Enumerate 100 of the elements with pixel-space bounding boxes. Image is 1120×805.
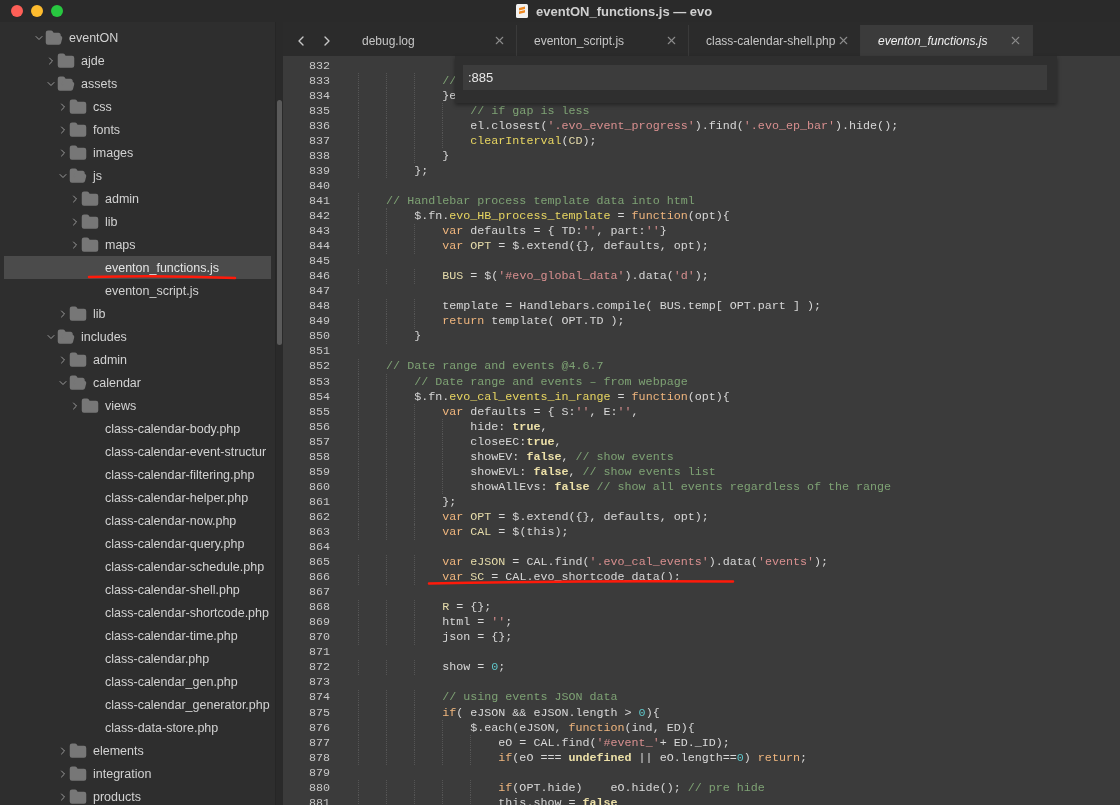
line-number: 844 bbox=[307, 239, 330, 254]
line-number: 852 bbox=[307, 359, 330, 374]
folder-item[interactable]: fonts bbox=[4, 118, 271, 141]
line-number: 843 bbox=[307, 224, 330, 239]
line-number: 855 bbox=[307, 404, 330, 419]
minimize-window-button[interactable] bbox=[31, 5, 43, 17]
folder-icon bbox=[81, 189, 101, 208]
close-icon[interactable] bbox=[665, 34, 678, 47]
file-item[interactable]: class-calendar-shell.php bbox=[4, 578, 271, 601]
folder-item[interactable]: lib bbox=[4, 302, 271, 325]
folder-item[interactable]: assets bbox=[4, 72, 271, 95]
code-line: // Date range and events @4.6.7 bbox=[385, 359, 604, 374]
file-item[interactable]: class-calendar-helper.php bbox=[4, 486, 271, 509]
line-number: 851 bbox=[307, 344, 330, 359]
folder-item[interactable]: integration bbox=[4, 762, 271, 785]
file-item[interactable]: class-calendar.php bbox=[4, 647, 271, 670]
line-number: 859 bbox=[307, 464, 330, 479]
code-line: R = {}; bbox=[441, 600, 492, 615]
open-folder-icon bbox=[57, 327, 77, 346]
code-line: $.fn.evo_HB_process_template = function(opt){ bbox=[413, 209, 730, 223]
scrollbar-thumb[interactable] bbox=[277, 100, 282, 345]
folder-item[interactable]: products bbox=[4, 785, 271, 805]
line-number: 872 bbox=[307, 660, 330, 675]
file-item[interactable]: class-calendar-schedule.php bbox=[4, 555, 271, 578]
code-line: if( eJSON && eJSON.length > 0){ bbox=[441, 705, 660, 720]
line-number: 836 bbox=[307, 118, 330, 133]
folder-item[interactable]: admin bbox=[4, 187, 271, 210]
line-number: 865 bbox=[307, 555, 330, 570]
file-item[interactable]: class-calendar-filtering.php bbox=[4, 463, 271, 486]
code-line: el.closest('.evo_event_progress').find('.evo_ep_bar').hide(); bbox=[469, 118, 899, 133]
window-title: eventON_functions.js — evo bbox=[536, 3, 713, 19]
folder-icon bbox=[81, 396, 101, 415]
file-item[interactable]: class-calendar_generator.php bbox=[4, 693, 271, 716]
zoom-window-button[interactable] bbox=[51, 5, 63, 17]
file-item[interactable]: class-calendar-body.php bbox=[4, 417, 271, 440]
code-line: } bbox=[441, 148, 450, 163]
open-folder-icon bbox=[69, 166, 89, 185]
line-number: 875 bbox=[307, 705, 330, 720]
line-number: 853 bbox=[307, 374, 330, 389]
file-item[interactable]: class-calendar_gen.php bbox=[4, 670, 271, 693]
line-number: 854 bbox=[307, 389, 330, 404]
line-number: 877 bbox=[307, 735, 330, 750]
close-icon[interactable] bbox=[837, 34, 850, 47]
folder-item[interactable]: elements bbox=[4, 739, 271, 762]
code-line: clearInterval(CD); bbox=[469, 133, 597, 148]
folder-icon bbox=[81, 212, 101, 231]
line-number: 868 bbox=[307, 600, 330, 615]
folder-item[interactable]: views bbox=[4, 394, 271, 417]
line-number: 849 bbox=[307, 314, 330, 329]
line-number: 840 bbox=[307, 178, 330, 193]
line-number: 833 bbox=[307, 73, 330, 88]
file-item[interactable]: eventon_functions.js bbox=[4, 256, 271, 279]
folder-item[interactable]: lib bbox=[4, 210, 271, 233]
file-item[interactable]: eventon_script.js bbox=[4, 279, 271, 302]
code-line: return template( OPT.TD ); bbox=[441, 314, 625, 329]
folder-item[interactable]: css bbox=[4, 95, 271, 118]
code-line: showEVL: false, // show events list bbox=[469, 464, 716, 479]
line-number: 862 bbox=[307, 509, 330, 524]
folder-item[interactable]: eventON bbox=[4, 26, 271, 49]
line-number: 880 bbox=[307, 780, 330, 795]
file-icon bbox=[516, 4, 528, 18]
folder-icon bbox=[57, 51, 77, 70]
folder-icon bbox=[69, 120, 89, 139]
line-number: 842 bbox=[307, 209, 330, 223]
line-number: 874 bbox=[307, 690, 330, 705]
goto-field[interactable]: :885 bbox=[463, 65, 1047, 90]
code-line: var OPT = $.extend({}, defaults, opt); bbox=[441, 239, 709, 254]
file-item[interactable]: class-calendar-now.php bbox=[4, 509, 271, 532]
file-item[interactable]: class-calendar-shortcode.php bbox=[4, 601, 271, 624]
line-number: 832 bbox=[307, 58, 330, 73]
code-line: var eJSON = CAL.find('.evo_cal_events').data('events'); bbox=[441, 555, 828, 570]
code-line: var defaults = { S:'', E:'', bbox=[441, 404, 639, 419]
close-icon[interactable] bbox=[493, 34, 506, 47]
close-icon[interactable] bbox=[1009, 34, 1022, 47]
folder-item[interactable]: images bbox=[4, 141, 271, 164]
folder-icon bbox=[81, 235, 101, 254]
folder-item[interactable]: maps bbox=[4, 233, 271, 256]
file-item[interactable]: class-calendar-query.php bbox=[4, 532, 271, 555]
line-number: 861 bbox=[307, 494, 330, 509]
file-item[interactable]: class-data-store.php bbox=[4, 716, 271, 739]
line-number: 864 bbox=[307, 540, 330, 554]
code-line: var OPT = $.extend({}, defaults, opt); bbox=[441, 509, 709, 524]
folder-icon bbox=[69, 97, 89, 116]
line-number: 858 bbox=[307, 449, 330, 464]
code-line: $.fn.evo_cal_events_in_range = function(opt){ bbox=[413, 389, 730, 404]
line-number: 845 bbox=[307, 254, 330, 269]
folder-item[interactable]: js bbox=[4, 164, 271, 187]
file-item[interactable]: class-calendar-event-structur bbox=[4, 440, 271, 463]
folder-item[interactable]: admin bbox=[4, 348, 271, 371]
file-tab[interactable]: eventon_functions.js bbox=[861, 25, 1033, 56]
line-number: 876 bbox=[307, 720, 330, 735]
code-line: var CAL = $(this); bbox=[441, 524, 569, 539]
close-window-button[interactable] bbox=[11, 5, 23, 17]
folder-item[interactable]: ajde bbox=[4, 49, 271, 72]
file-item[interactable]: class-calendar-time.php bbox=[4, 624, 271, 647]
line-number: 857 bbox=[307, 434, 330, 449]
folder-item[interactable]: calendar bbox=[4, 371, 271, 394]
code-line: if(OPT.hide) eO.hide(); // pre hide bbox=[497, 780, 765, 795]
folder-item[interactable]: includes bbox=[4, 325, 271, 348]
code-line: // Handlebar process template data into html bbox=[385, 193, 695, 208]
